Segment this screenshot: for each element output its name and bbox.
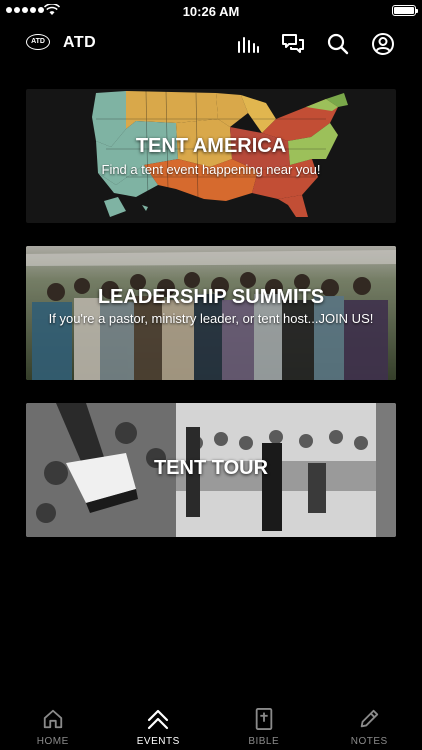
- tab-label: BIBLE: [248, 736, 280, 747]
- profile-icon[interactable]: [371, 32, 395, 56]
- app-title: ATD: [63, 34, 97, 51]
- leadership-summits-card[interactable]: LEADERSHIP SUMMITS If you're a pastor, m…: [26, 246, 396, 380]
- bottom-tab-bar: HOME EVENTS BIBLE NOTES: [0, 700, 422, 750]
- search-icon[interactable]: [326, 32, 350, 56]
- tab-label: EVENTS: [136, 736, 180, 747]
- chevrons-up-icon: [148, 709, 169, 730]
- card-title: LEADERSHIP SUMMITS: [97, 286, 325, 308]
- tab-bible[interactable]: BIBLE: [211, 700, 317, 750]
- atd-logo[interactable]: ATD: [26, 34, 50, 50]
- tent-tour-card[interactable]: TENT TOUR: [26, 403, 396, 537]
- tab-events[interactable]: EVENTS: [106, 700, 212, 750]
- status-time: 10:26 AM: [182, 4, 240, 19]
- battery-icon: [392, 5, 418, 16]
- tab-notes[interactable]: NOTES: [317, 700, 422, 750]
- bible-icon: [255, 708, 272, 730]
- card-subtitle: Find a tent event happening near you!: [101, 162, 321, 177]
- card-title: TENT AMERICA: [135, 135, 287, 157]
- tent-america-card[interactable]: TENT AMERICA Find a tent event happening…: [26, 89, 396, 223]
- tab-label: NOTES: [350, 736, 388, 747]
- pencil-icon: [361, 709, 379, 728]
- card-subtitle: If you're a pastor, ministry leader, or …: [48, 311, 374, 326]
- chat-icon[interactable]: [281, 32, 305, 56]
- status-bar: 10:26 AM: [0, 0, 422, 22]
- tab-label: HOME: [36, 736, 69, 747]
- tab-home[interactable]: HOME: [0, 700, 106, 750]
- stats-icon[interactable]: [236, 32, 260, 56]
- app-header: ATD ATD: [0, 26, 422, 62]
- card-title: TENT TOUR: [153, 457, 269, 479]
- home-icon: [43, 709, 62, 729]
